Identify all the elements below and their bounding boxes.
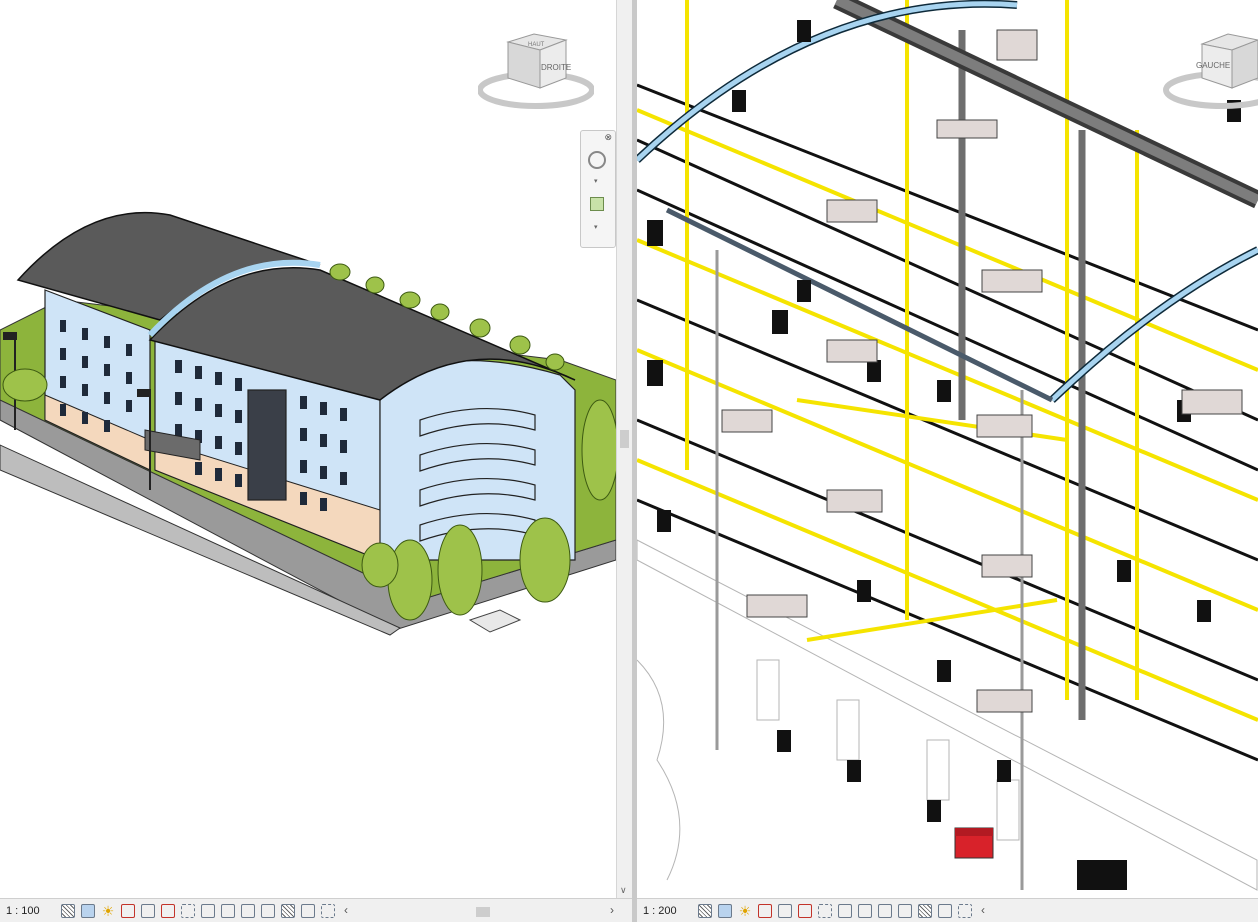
mep-3d-model [637, 0, 1258, 891]
sun-path-icon[interactable]: ☀ [101, 904, 115, 918]
chevron-left-icon[interactable]: ‹ [344, 903, 348, 917]
building-3d-model [0, 211, 616, 636]
worksharing-icon[interactable] [261, 903, 275, 918]
chevron-down-icon[interactable]: ▾ [594, 223, 598, 231]
view-3d-mep[interactable]: GAUCHE [637, 0, 1258, 898]
shadows-icon[interactable] [758, 903, 772, 918]
reveal-hidden-icon[interactable] [878, 903, 892, 918]
viewcube-top-label: HAUT [528, 42, 545, 48]
show-crop-icon[interactable] [181, 903, 195, 918]
horizontal-scrollbar[interactable]: ‹ › [344, 903, 632, 919]
analytical-model-icon[interactable] [301, 903, 315, 918]
viewcube-front-label: GAUCHE [1196, 61, 1230, 70]
render-icon[interactable] [778, 903, 792, 918]
navigation-bar[interactable]: ⊗ ▾ ▾ [580, 130, 616, 248]
scrollbar-thumb[interactable] [620, 430, 629, 448]
reveal-hidden-icon[interactable] [241, 903, 255, 918]
view-3d-architecture[interactable]: HAUT DROITE ⊗ ▾ ▾ [0, 0, 616, 898]
crop-view-icon[interactable] [798, 903, 812, 918]
show-crop-icon[interactable] [818, 903, 832, 918]
viewcube-icon: HAUT DROITE [477, 33, 595, 109]
view-control-bar-right: 1 : 200 ☀ ‹ [637, 898, 1258, 922]
scrollbar-thumb[interactable] [476, 906, 491, 917]
visual-style-icon[interactable] [81, 903, 95, 918]
sun-path-icon[interactable]: ☀ [738, 904, 752, 918]
viewcube-front-label: DROITE [541, 63, 571, 72]
viewcube-left[interactable]: HAUT DROITE [477, 30, 595, 110]
unlock-3d-icon[interactable] [201, 903, 215, 918]
visual-style-icon[interactable] [718, 903, 732, 918]
shadows-icon[interactable] [121, 903, 135, 918]
render-icon[interactable] [141, 903, 155, 918]
detail-level-icon[interactable] [698, 903, 712, 918]
design-options-icon[interactable] [918, 903, 932, 918]
vertical-scrollbar[interactable]: ∨ [616, 0, 633, 898]
chevron-right-icon[interactable]: › [610, 903, 614, 917]
design-options-icon[interactable] [281, 903, 295, 918]
detail-level-icon[interactable] [61, 903, 75, 918]
chevron-down-icon[interactable]: ▾ [594, 177, 598, 185]
temporary-hide-icon[interactable] [221, 903, 235, 918]
chevron-down-icon[interactable]: ∨ [620, 885, 627, 896]
view-control-bar-left: 1 : 100 ☀ ‹ › [0, 898, 632, 922]
steering-wheel-icon[interactable] [588, 151, 606, 169]
crop-view-icon[interactable] [161, 903, 175, 918]
worksharing-icon[interactable] [898, 903, 912, 918]
chevron-left-icon[interactable]: ‹ [981, 903, 985, 917]
view-scale[interactable]: 1 : 100 [0, 905, 58, 917]
highlight-displacement-icon[interactable] [321, 903, 335, 918]
viewcube-right[interactable]: GAUCHE [1162, 30, 1258, 110]
temporary-hide-icon[interactable] [858, 903, 872, 918]
horizontal-scrollbar[interactable]: ‹ [981, 903, 1258, 919]
analytical-model-icon[interactable] [938, 903, 952, 918]
unlock-3d-icon[interactable] [838, 903, 852, 918]
view-scale[interactable]: 1 : 200 [637, 905, 695, 917]
close-icon[interactable]: ⊗ [604, 132, 612, 143]
highlight-displacement-icon[interactable] [958, 903, 972, 918]
zoom-icon[interactable] [590, 197, 604, 211]
viewcube-icon: GAUCHE [1163, 33, 1258, 109]
